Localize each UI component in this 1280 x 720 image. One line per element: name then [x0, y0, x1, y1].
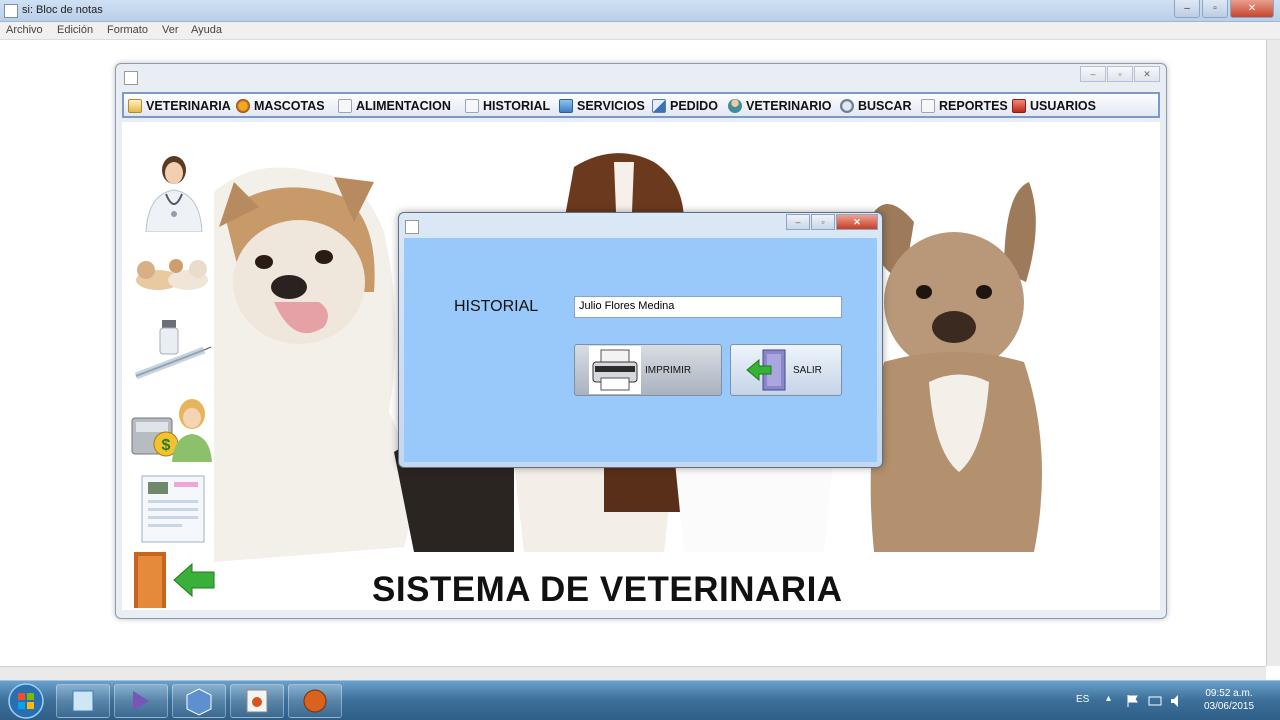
menu-ayuda[interactable]: Ayuda: [191, 24, 222, 36]
historial-dialog: – ▫ ✕ HISTORIAL Julio Flores Medina IMPR…: [398, 212, 883, 468]
windows-taskbar: ES ▴ 09:52 a.m. 03/06/2015: [0, 680, 1280, 720]
java-window-icon: [124, 71, 138, 85]
horizontal-scrollbar[interactable]: [0, 666, 1266, 680]
user-lock-icon: [1012, 99, 1026, 113]
notepad-menu-bar: Archivo Edición Formato Ver Ayuda: [0, 22, 1280, 40]
document-icon: [465, 99, 479, 113]
notepad-window-controls: – ▫ ✕: [1174, 0, 1274, 20]
java-icon: [246, 689, 268, 713]
glove-icon: [303, 689, 327, 713]
menu-buscar[interactable]: BUSCAR: [840, 98, 911, 114]
exit-button[interactable]: SALIR: [730, 344, 842, 396]
close-button[interactable]: ✕: [1230, 0, 1274, 18]
menu-usuarios[interactable]: USUARIOS: [1012, 98, 1096, 114]
svg-text:$: $: [162, 437, 171, 454]
briefcase-icon: [559, 99, 573, 113]
order-form-shortcut-icon[interactable]: [140, 474, 206, 544]
notepad-title: si: Bloc de notas: [22, 4, 103, 16]
menu-archivo[interactable]: Archivo: [6, 24, 43, 36]
clock-date: 03/06/2015: [1203, 701, 1255, 712]
paw-icon: [236, 99, 250, 113]
magnifier-icon: [840, 99, 854, 113]
menu-edicion[interactable]: Edición: [57, 24, 93, 36]
close-button[interactable]: ✕: [836, 214, 878, 230]
notepad-title-bar: si: Bloc de notas – ▫ ✕: [0, 0, 1280, 22]
network-icon[interactable]: [1148, 694, 1162, 708]
taskbar-app-java[interactable]: [230, 684, 284, 718]
tray-expand-icon[interactable]: ▴: [1106, 693, 1111, 704]
print-button-label: IMPRIMIR: [645, 364, 692, 376]
maximize-button[interactable]: ▫: [1107, 66, 1133, 82]
menu-alimentacion[interactable]: ALIMENTACION: [338, 98, 451, 114]
printer-icon: [589, 346, 641, 394]
explorer-icon: [72, 690, 94, 712]
exit-door-icon: [746, 349, 786, 391]
historial-label: HISTORIAL: [454, 298, 539, 315]
start-button[interactable]: [4, 682, 48, 720]
taskbar-app-netbeans[interactable]: [288, 684, 342, 718]
menu-pedido[interactable]: PEDIDO: [652, 98, 718, 114]
menu-formato[interactable]: Formato: [107, 24, 148, 36]
report-icon: [921, 99, 935, 113]
exit-door-icon[interactable]: [130, 550, 216, 608]
vertical-scrollbar[interactable]: [1266, 40, 1280, 666]
owner-name-field[interactable]: Julio Flores Medina: [574, 296, 842, 318]
edit-document-icon: [652, 99, 666, 113]
minimize-button[interactable]: –: [1174, 0, 1200, 18]
action-center-flag-icon[interactable]: [1126, 694, 1140, 708]
clock-time: 09:52 a.m.: [1205, 688, 1253, 699]
document-icon: [338, 99, 352, 113]
cube-icon: [186, 688, 212, 716]
system-title: SISTEMA DE VETERINARIA: [372, 570, 843, 609]
menu-mascotas[interactable]: MASCOTAS: [236, 98, 325, 114]
notepad-icon: [4, 4, 18, 18]
folder-icon: [128, 99, 142, 113]
maximize-button[interactable]: ▫: [811, 214, 835, 230]
app-menu-bar: VETERINARIA MASCOTAS ALIMENTACION HISTOR…: [122, 92, 1160, 118]
system-clock[interactable]: 09:52 a.m. 03/06/2015: [1196, 687, 1262, 713]
visual-studio-icon: [133, 691, 149, 711]
language-indicator[interactable]: ES: [1076, 694, 1089, 705]
veterinarian-shortcut-icon[interactable]: [136, 152, 212, 232]
dialog-body: HISTORIAL Julio Flores Medina IMPRIMIR S…: [404, 238, 877, 462]
menu-servicios[interactable]: SERVICIOS: [559, 98, 645, 114]
print-button[interactable]: IMPRIMIR: [574, 344, 722, 396]
main-window-controls: – ▫ ✕: [1080, 66, 1160, 82]
maximize-button[interactable]: ▫: [1202, 0, 1228, 18]
pets-shortcut-icon[interactable]: [132, 250, 212, 294]
vaccine-shortcut-icon[interactable]: [132, 318, 212, 382]
user-icon: [728, 99, 742, 113]
java-window-icon: [405, 220, 419, 234]
dialog-window-controls: – ▫ ✕: [786, 214, 878, 230]
taskbar-app-visual-studio[interactable]: [114, 684, 168, 718]
minimize-button[interactable]: –: [786, 214, 810, 230]
minimize-button[interactable]: –: [1080, 66, 1106, 82]
menu-reportes[interactable]: REPORTES: [921, 98, 1008, 114]
taskbar-app-explorer[interactable]: [56, 684, 110, 718]
payment-shortcut-icon[interactable]: $: [130, 396, 216, 462]
menu-veterinario[interactable]: VETERINARIO: [728, 98, 831, 114]
menu-historial[interactable]: HISTORIAL: [465, 98, 550, 114]
taskbar-app-virtualbox[interactable]: [172, 684, 226, 718]
exit-button-label: SALIR: [793, 364, 822, 376]
menu-ver[interactable]: Ver: [162, 24, 179, 36]
volume-icon[interactable]: [1170, 694, 1184, 708]
menu-veterinaria[interactable]: VETERINARIA: [128, 98, 231, 114]
close-button[interactable]: ✕: [1134, 66, 1160, 82]
